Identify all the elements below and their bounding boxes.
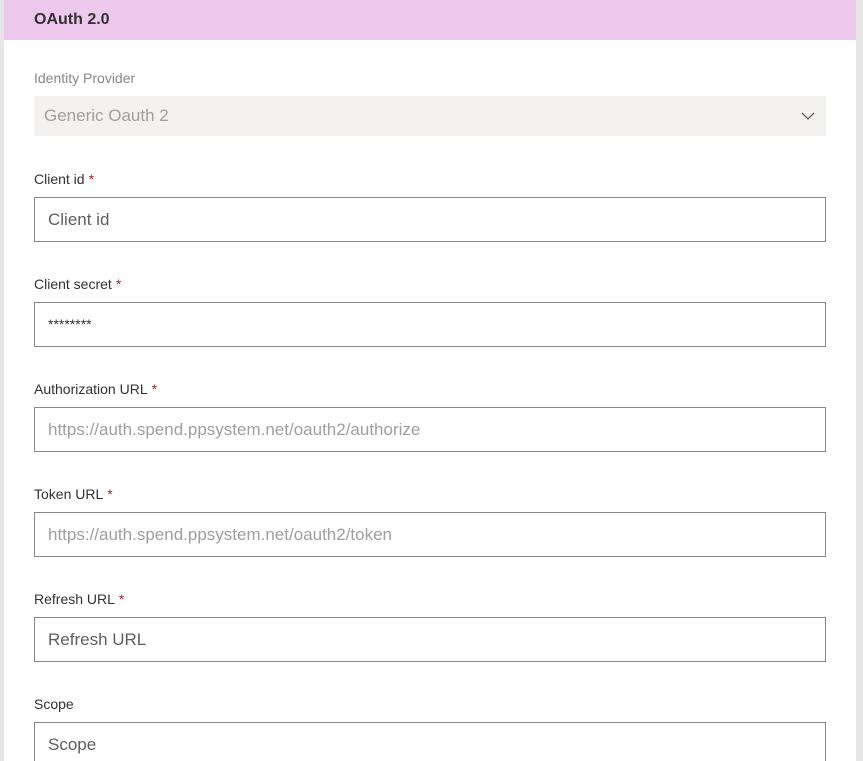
chevron-down-icon [801,112,815,120]
client-secret-input[interactable]: ******** [34,302,826,347]
authorization-url-label-text: Authorization URL [34,381,148,397]
token-url-label: Token URL * [34,484,826,504]
identity-provider-value: Generic Oauth 2 [44,106,169,125]
client-secret-field: Client secret * ******** [34,274,826,347]
token-url-field: Token URL * [34,484,826,557]
client-id-input[interactable] [34,197,826,242]
token-url-label-text: Token URL [34,486,104,502]
refresh-url-field: Refresh URL * [34,589,826,662]
required-mark: * [151,381,158,397]
authorization-url-field: Authorization URL * [34,379,826,452]
client-secret-label: Client secret * [34,274,826,294]
required-mark: * [88,171,95,187]
identity-provider-field: Identity Provider Generic Oauth 2 [34,68,826,136]
required-mark: * [107,486,113,502]
client-secret-label-text: Client secret [34,276,112,292]
identity-provider-label: Identity Provider [34,70,136,86]
identity-provider-dropdown[interactable]: Generic Oauth 2 [34,96,826,136]
scope-label: Scope [34,696,74,712]
client-id-label: Client id * [34,169,826,189]
required-mark: * [115,276,122,292]
oauth-panel: OAuth 2.0 Identity Provider Generic Oaut… [4,0,856,761]
refresh-url-input[interactable] [34,617,826,662]
section-title: OAuth 2.0 [34,11,110,28]
scope-input[interactable] [34,722,826,761]
client-id-label-text: Client id [34,171,85,187]
scope-field: Scope [34,694,826,761]
refresh-url-label-text: Refresh URL [34,591,115,607]
refresh-url-label: Refresh URL * [34,589,826,609]
required-mark: * [118,591,125,607]
authorization-url-label: Authorization URL * [34,379,826,399]
section-header: OAuth 2.0 [4,0,856,40]
client-id-field: Client id * [34,169,826,242]
token-url-input[interactable] [34,512,826,557]
authorization-url-input[interactable] [34,407,826,452]
